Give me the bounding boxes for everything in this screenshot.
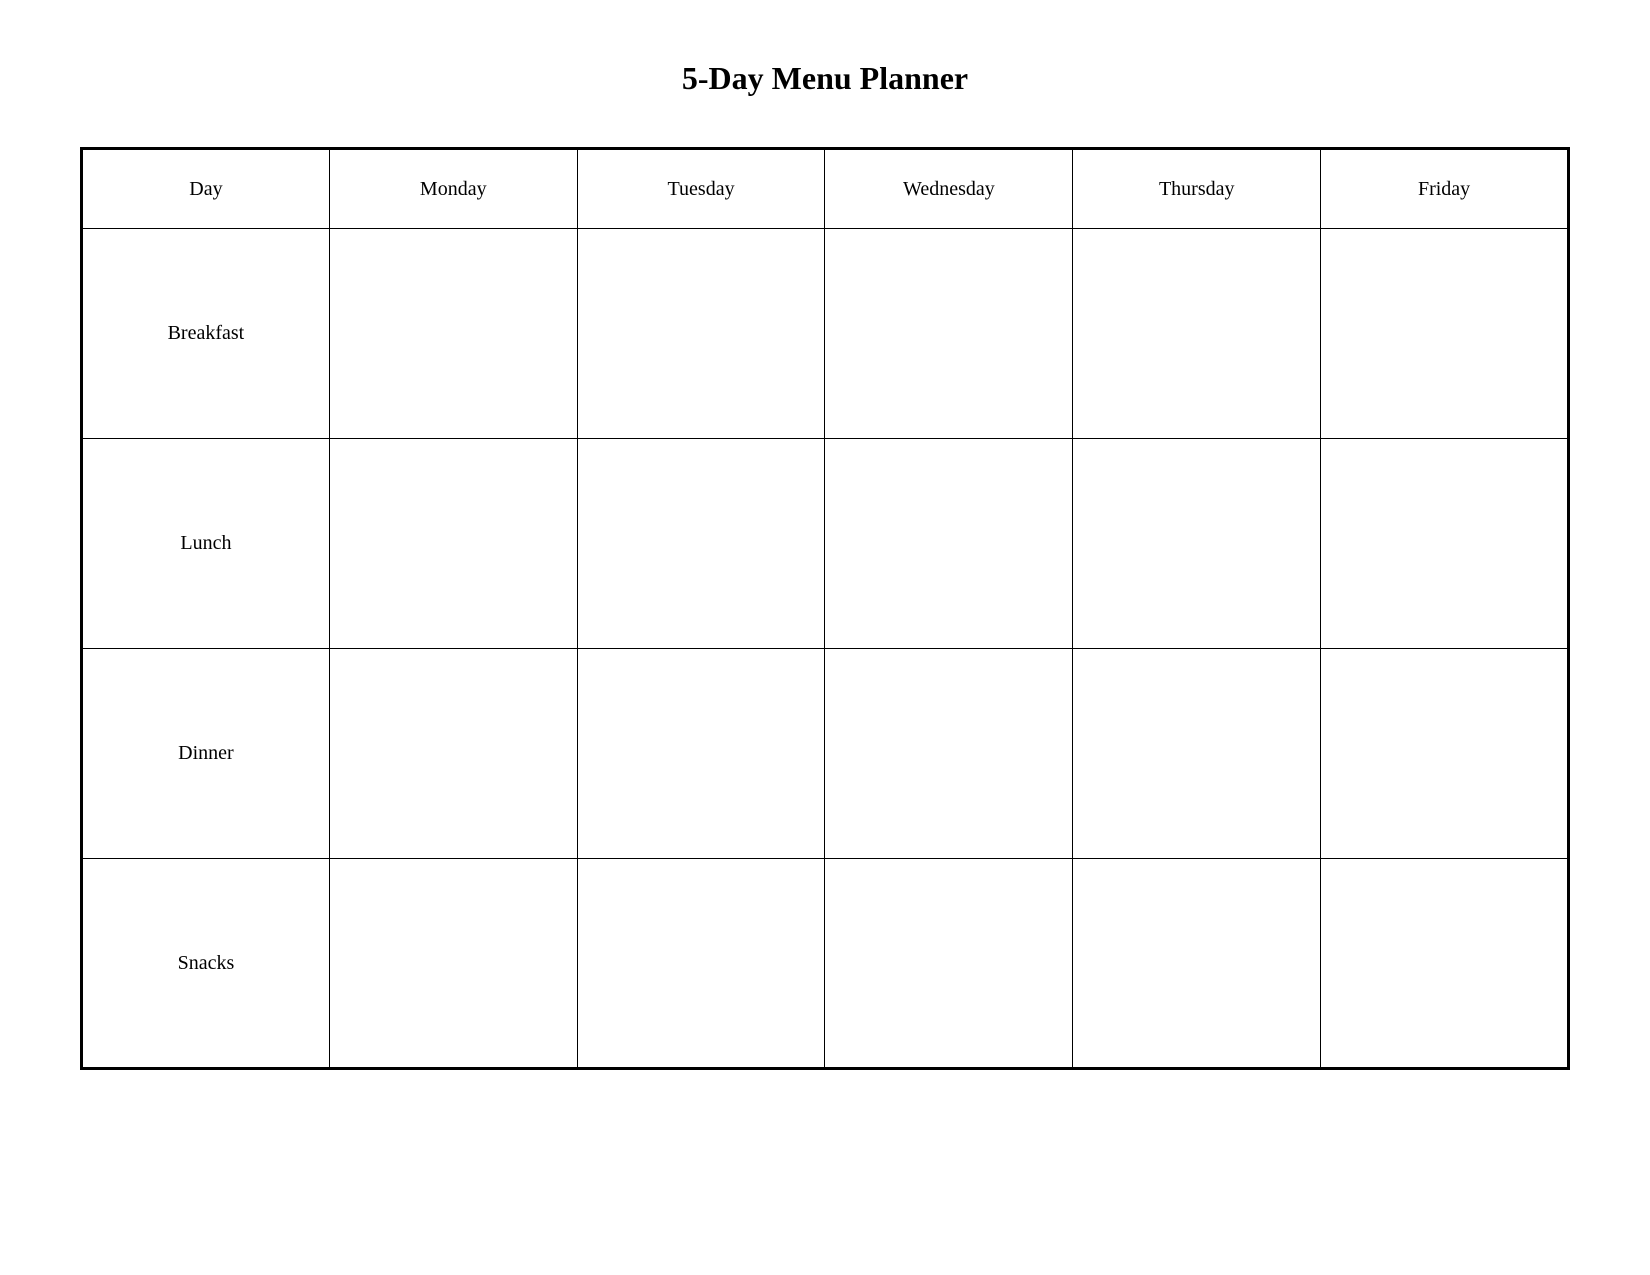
meal-row: Breakfast <box>82 229 1569 439</box>
meal-cell-lunch-monday[interactable] <box>329 439 577 649</box>
meal-label-snacks: Snacks <box>82 859 330 1069</box>
meal-cell-lunch-tuesday[interactable] <box>577 439 825 649</box>
meal-cell-snacks-wednesday[interactable] <box>825 859 1073 1069</box>
meal-cell-snacks-tuesday[interactable] <box>577 859 825 1069</box>
meal-label-breakfast: Breakfast <box>82 229 330 439</box>
meal-cell-dinner-tuesday[interactable] <box>577 649 825 859</box>
meal-cell-dinner-wednesday[interactable] <box>825 649 1073 859</box>
meal-cell-breakfast-thursday[interactable] <box>1073 229 1321 439</box>
col-header-day: Day <box>82 149 330 229</box>
col-header-tuesday: Tuesday <box>577 149 825 229</box>
page-title: 5-Day Menu Planner <box>682 60 968 97</box>
meal-cell-snacks-thursday[interactable] <box>1073 859 1321 1069</box>
col-header-monday: Monday <box>329 149 577 229</box>
meal-cell-breakfast-tuesday[interactable] <box>577 229 825 439</box>
meal-cell-lunch-thursday[interactable] <box>1073 439 1321 649</box>
meal-label-lunch: Lunch <box>82 439 330 649</box>
meal-cell-dinner-monday[interactable] <box>329 649 577 859</box>
meal-label-dinner: Dinner <box>82 649 330 859</box>
meal-cell-breakfast-monday[interactable] <box>329 229 577 439</box>
meal-cell-breakfast-wednesday[interactable] <box>825 229 1073 439</box>
col-header-friday: Friday <box>1321 149 1569 229</box>
meal-cell-lunch-friday[interactable] <box>1321 439 1569 649</box>
meal-cell-breakfast-friday[interactable] <box>1321 229 1569 439</box>
menu-planner-table: Day Monday Tuesday Wednesday Thursday Fr… <box>80 147 1570 1070</box>
meal-cell-snacks-friday[interactable] <box>1321 859 1569 1069</box>
meal-cell-snacks-monday[interactable] <box>329 859 577 1069</box>
meal-row: Dinner <box>82 649 1569 859</box>
header-row: Day Monday Tuesday Wednesday Thursday Fr… <box>82 149 1569 229</box>
meal-row: Snacks <box>82 859 1569 1069</box>
meal-cell-dinner-friday[interactable] <box>1321 649 1569 859</box>
meal-row: Lunch <box>82 439 1569 649</box>
meal-cell-dinner-thursday[interactable] <box>1073 649 1321 859</box>
meal-cell-lunch-wednesday[interactable] <box>825 439 1073 649</box>
col-header-thursday: Thursday <box>1073 149 1321 229</box>
col-header-wednesday: Wednesday <box>825 149 1073 229</box>
